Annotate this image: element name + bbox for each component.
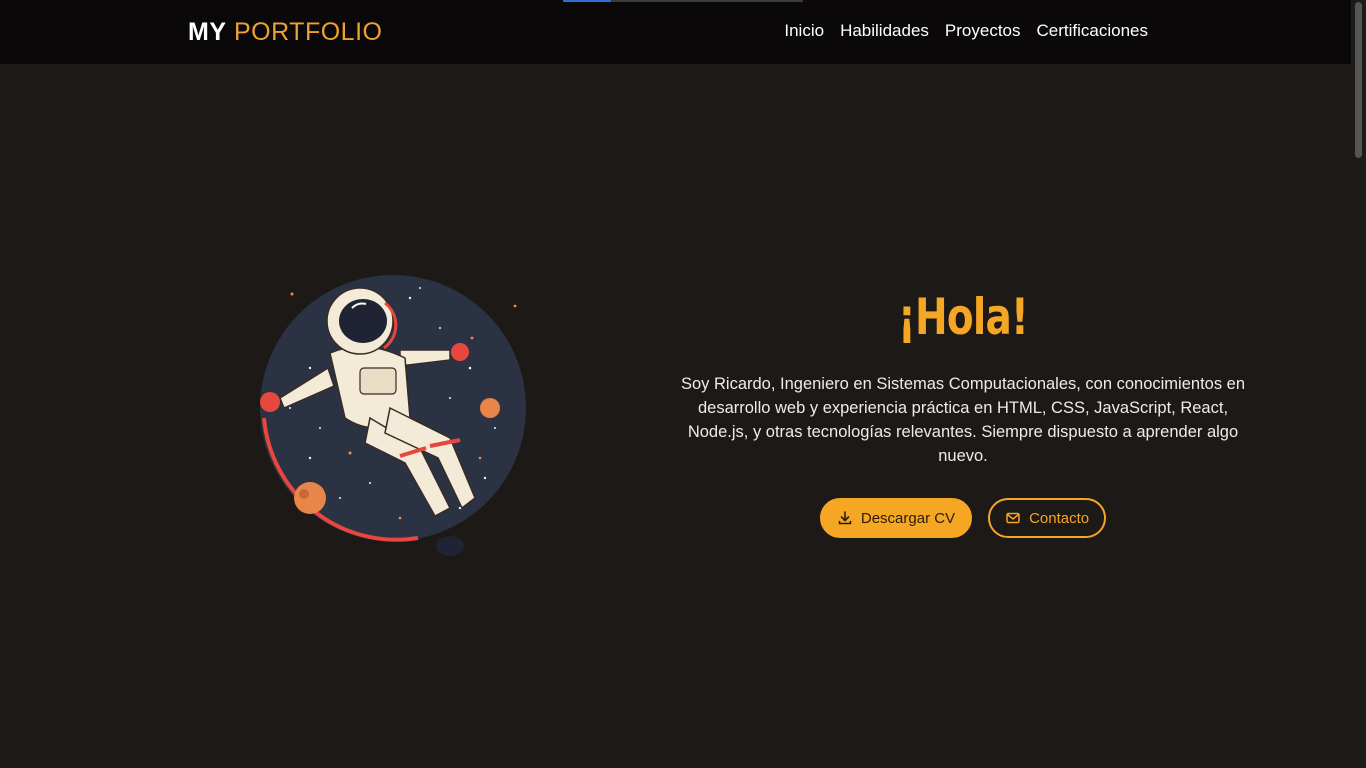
contact-label: Contacto [1029, 509, 1090, 527]
download-cv-label: Descargar CV [860, 509, 956, 527]
hero-title: ¡Hola! [897, 288, 1029, 346]
download-cv-button[interactable]: Descargar CV [819, 498, 973, 538]
brand-primary: MY [188, 18, 227, 46]
scrollbar-thumb[interactable] [1355, 2, 1362, 158]
nav-link-inicio[interactable]: Inicio [784, 20, 824, 42]
page: MY PORTFOLIO Inicio Habilidades Proyecto… [0, 0, 1366, 768]
hero-actions: Descargar CV Contacto [673, 498, 1253, 538]
nav-link-certificaciones[interactable]: Certificaciones [1037, 20, 1149, 42]
main-nav: Inicio Habilidades Proyectos Certificaci… [784, 20, 1148, 42]
brand-logo[interactable]: MY PORTFOLIO [188, 16, 382, 48]
astronaut-illustration [250, 258, 540, 568]
brand-accent: PORTFOLIO [233, 18, 383, 46]
nav-link-habilidades[interactable]: Habilidades [840, 20, 929, 42]
download-icon [837, 510, 853, 526]
hero-description: Soy Ricardo, Ingeniero en Sistemas Compu… [680, 375, 1246, 465]
mail-icon [1005, 510, 1021, 526]
top-navbar: MY PORTFOLIO Inicio Habilidades Proyecto… [0, 0, 1351, 64]
loading-indicator [563, 0, 803, 2]
contact-button[interactable]: Contacto [988, 498, 1107, 538]
nav-link-proyectos[interactable]: Proyectos [945, 20, 1021, 42]
hero-section: ¡Hola! Soy Ricardo, Ingeniero en Sistema… [673, 280, 1253, 538]
page-scrollbar[interactable] [1351, 0, 1366, 768]
